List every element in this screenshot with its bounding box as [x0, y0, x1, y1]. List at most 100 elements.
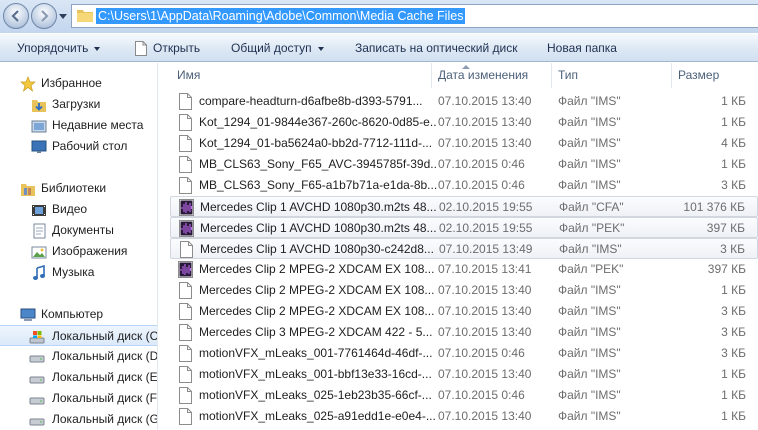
nav-disk-d[interactable]: Локальный диск (D	[0, 346, 157, 367]
nav-recent-places[interactable]: Недавние места	[0, 115, 157, 136]
file-row[interactable]: motionVFX_mLeaks_025-1eb23b35-66cf-... 07…	[170, 385, 758, 406]
file-size: 1 КБ	[721, 94, 746, 108]
organize-label: Упорядочить	[17, 41, 89, 55]
column-divider[interactable]	[671, 63, 672, 88]
arrow-left-icon	[11, 10, 19, 22]
file-row[interactable]: MB_CLS63_Sony_F65-a1b7b71a-e1da-8b... 07.…	[170, 175, 758, 196]
images-icon	[31, 246, 47, 259]
nav-disk-label: Локальный диск (G	[52, 412, 157, 426]
nav-music[interactable]: Музыка	[0, 262, 157, 283]
file-date: 07.10.2015 13:40	[438, 325, 532, 339]
file-name: MB_CLS63_Sony_F65_AVC-3945785f-39d...	[199, 157, 437, 171]
organize-menu-button[interactable]: Упорядочить	[17, 34, 101, 62]
file-row[interactable]: Mercedes Clip 1 AVCHD 1080p30.m2ts 48...…	[170, 217, 758, 238]
blank-file-icon	[179, 282, 192, 299]
command-toolbar: Упорядочить Открыть Общий доступ Записат…	[0, 33, 758, 62]
file-name: Mercedes Clip 1 AVCHD 1080p30.m2ts 48...	[200, 221, 437, 235]
documents-icon	[33, 223, 46, 239]
file-row[interactable]: motionVFX_mLeaks_001-7761464d-46df-... 07…	[170, 343, 758, 364]
file-type: Файл "IMS"	[558, 136, 621, 150]
nav-computer[interactable]: Компьютер	[0, 304, 157, 325]
nav-images[interactable]: Изображения	[0, 241, 157, 262]
file-name: Mercedes Clip 2 MPEG-2 XDCAM EX 108...	[199, 262, 435, 276]
column-header-type[interactable]: Тип	[558, 63, 578, 88]
nav-libraries[interactable]: Библиотеки	[0, 178, 157, 199]
file-type: Файл "IMS"	[558, 178, 621, 192]
file-row[interactable]: motionVFX_mLeaks_001-bbf13e33-16cd-... 07…	[170, 364, 758, 385]
back-button[interactable]	[3, 3, 29, 29]
blank-file-icon	[179, 366, 192, 383]
nav-music-label: Музыка	[52, 265, 95, 279]
file-size: 101 376 КБ	[683, 200, 745, 214]
new-folder-button[interactable]: Новая папка	[547, 34, 617, 62]
column-divider[interactable]	[431, 63, 432, 88]
file-row[interactable]: Kot_1294_01-ba5624a0-bb2d-7712-111d-... 0…	[170, 133, 758, 154]
blank-file-icon	[180, 241, 193, 258]
burn-disc-button[interactable]: Записать на оптический диск	[355, 34, 518, 62]
nav-disk-g[interactable]: Локальный диск (G	[0, 409, 157, 430]
file-size: 3 КБ	[721, 325, 746, 339]
share-menu-button[interactable]: Общий доступ	[231, 34, 324, 62]
file-size: 397 КБ	[707, 262, 746, 276]
nav-downloads[interactable]: Загрузки	[0, 94, 157, 115]
file-row[interactable]: MB_CLS63_Sony_F65_AVC-3945785f-39d... 07.…	[170, 154, 758, 175]
file-type: Файл "IMS"	[558, 283, 621, 297]
new-folder-label: Новая папка	[547, 41, 617, 55]
column-header-date[interactable]: Дата изменения	[438, 63, 528, 88]
recent-pages-dropdown-icon[interactable]	[59, 12, 67, 20]
file-row[interactable]: Mercedes Clip 2 MPEG-2 XDCAM EX 108... 07…	[170, 259, 758, 280]
file-row[interactable]: Mercedes Clip 2 MPEG-2 XDCAM EX 108... 07…	[170, 280, 758, 301]
blank-file-icon	[179, 408, 192, 425]
file-size: 1 КБ	[721, 388, 746, 402]
file-row[interactable]: Mercedes Clip 3 MPEG-2 XDCAM 422 - 5... 0…	[170, 322, 758, 343]
nav-documents[interactable]: Документы	[0, 220, 157, 241]
star-icon	[20, 76, 36, 92]
forward-button[interactable]	[31, 3, 57, 29]
nav-favorites[interactable]: Избранное	[0, 73, 157, 94]
file-row[interactable]: Mercedes Clip 1 AVCHD 1080p30.m2ts 48...…	[170, 196, 758, 217]
nav-disk-f[interactable]: Локальный диск (F:	[0, 388, 157, 409]
audio-file-icon	[178, 261, 193, 278]
file-date: 07.10.2015 13:40	[438, 94, 532, 108]
pane-splitter[interactable]	[157, 63, 165, 430]
file-row[interactable]: compare-headturn-d6afbe8b-d393-5791... 07…	[170, 91, 758, 112]
nav-disk-e[interactable]: Локальный диск (E:	[0, 367, 157, 388]
file-row[interactable]: motionVFX_mLeaks_025-a91edd1e-e0e4-... 07…	[170, 406, 758, 427]
file-type: Файл "IMS"	[558, 409, 621, 423]
file-name: motionVFX_mLeaks_025-1eb23b35-66cf-...	[199, 388, 432, 402]
file-row[interactable]: Mercedes Clip 2 MPEG-2 XDCAM EX 108... 07…	[170, 301, 758, 322]
system-drive-icon	[29, 331, 45, 344]
hard-drive-icon	[29, 397, 45, 405]
file-name: motionVFX_mLeaks_001-bbf13e33-16cd-...	[199, 367, 432, 381]
file-date: 07.10.2015 13:40	[438, 367, 532, 381]
column-divider[interactable]	[551, 63, 552, 88]
file-date: 07.10.2015 0:46	[438, 388, 525, 402]
file-type: Файл "IMS"	[559, 242, 622, 256]
file-type: Файл "IMS"	[558, 367, 621, 381]
file-type: Файл "PEK"	[558, 262, 624, 276]
file-type: Файл "CFA"	[559, 200, 624, 214]
navigation-pane: Избранное Загрузки Недавние места Рабочи…	[0, 63, 157, 430]
blank-file-icon	[179, 345, 192, 362]
column-header-size[interactable]: Размер	[678, 63, 719, 88]
file-date: 07.10.2015 13:40	[438, 409, 532, 423]
blank-file-icon	[179, 303, 192, 320]
file-size: 3 КБ	[721, 346, 746, 360]
address-path-text[interactable]: C:\Users\1\AppData\Roaming\Adobe\Common\…	[96, 8, 466, 24]
nav-recent-label: Недавние места	[52, 118, 144, 132]
file-type: Файл "IMS"	[558, 388, 621, 402]
nav-disk-label: Локальный диск (E:	[52, 370, 157, 384]
nav-disk-c[interactable]: Локальный диск (C	[0, 325, 157, 346]
file-name: Kot_1294_01-9844e367-260c-8620-0d85-e...	[199, 115, 437, 129]
file-row[interactable]: Kot_1294_01-9844e367-260c-8620-0d85-e...…	[170, 112, 758, 133]
open-button[interactable]: Открыть	[135, 34, 200, 62]
file-row[interactable]: Mercedes Clip 1 AVCHD 1080p30-c242d8... 0…	[170, 238, 758, 259]
nav-video[interactable]: Видео	[0, 199, 157, 220]
address-input[interactable]: C:\Users\1\AppData\Roaming\Adobe\Common\…	[71, 4, 758, 28]
file-type: Файл "IMS"	[558, 157, 621, 171]
column-header-name[interactable]: Имя	[177, 63, 200, 88]
file-name: Mercedes Clip 2 MPEG-2 XDCAM EX 108...	[199, 283, 435, 297]
nav-desktop[interactable]: Рабочий стол	[0, 136, 157, 157]
blank-file-icon	[179, 156, 192, 173]
chevron-down-icon	[94, 46, 101, 51]
